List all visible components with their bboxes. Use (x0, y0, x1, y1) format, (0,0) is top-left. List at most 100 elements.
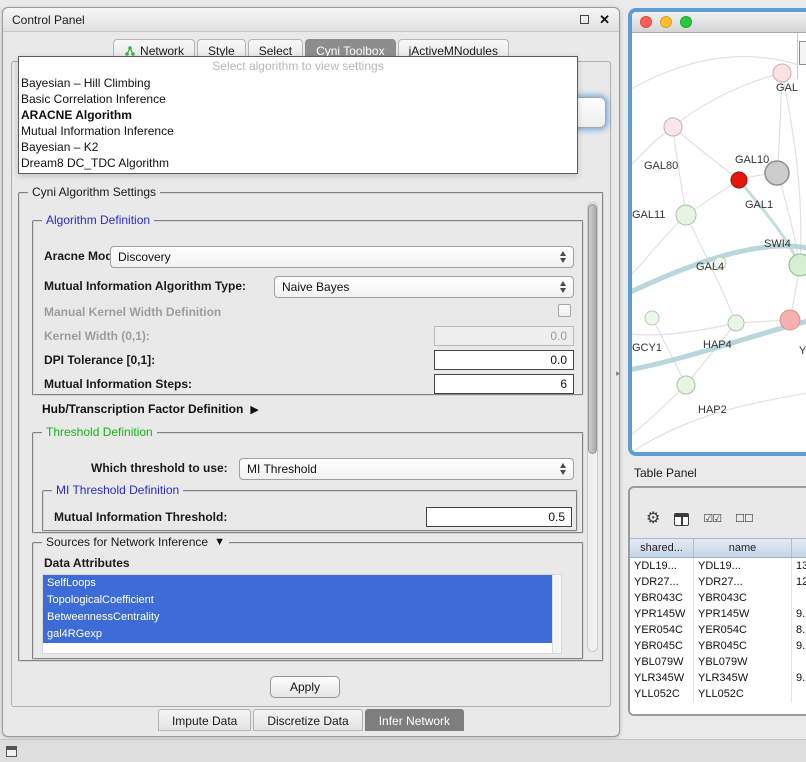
network-scrollbar[interactable] (797, 33, 806, 79)
tab-discretize-data[interactable]: Discretize Data (253, 709, 362, 731)
manual-kernel-checkbox[interactable] (558, 304, 571, 317)
expanded-arrow-icon[interactable]: ▼ (214, 536, 225, 548)
settings-scrollbar-thumb[interactable] (588, 204, 597, 454)
mi-type-combo[interactable]: Naive Bayes (274, 276, 574, 298)
hub-definition-section[interactable]: Hub/Transcription Factor Definition ▶ (42, 402, 259, 416)
attributes-scrollbar[interactable] (552, 575, 561, 653)
close-window-icon[interactable]: ✕ (599, 13, 610, 26)
cell-name[interactable]: YLL052C (694, 686, 792, 702)
select-all-icon[interactable]: ☑☑ (703, 514, 721, 525)
node-label: GAL4 (696, 261, 724, 273)
table-row[interactable]: YPR145W YPR145W 9. (630, 606, 806, 622)
cell-value[interactable]: 8. (792, 622, 806, 638)
list-item-selfloops[interactable]: SelfLoops (43, 575, 552, 592)
cell-shared-name[interactable]: YBR045C (630, 638, 694, 654)
cell-shared-name[interactable]: YDL19... (630, 558, 694, 574)
cell-value[interactable]: 9. (792, 670, 806, 686)
cell-shared-name[interactable]: YLR345W (630, 670, 694, 686)
dpi-tolerance-field[interactable]: 0.0 (434, 350, 574, 370)
show-columns-icon[interactable] (674, 513, 689, 526)
cell-value[interactable] (792, 686, 806, 702)
cell-value[interactable] (792, 654, 806, 670)
tab-infer-network[interactable]: Infer Network (365, 709, 464, 731)
cell-shared-name[interactable]: YBR043C (630, 590, 694, 606)
algorithm-item-basic-correlation[interactable]: Basic Correlation Inference (19, 91, 577, 107)
mi-threshold-field[interactable]: 0.5 (426, 507, 572, 527)
algorithm-item-aracne[interactable]: ARACNE Algorithm (19, 107, 577, 123)
cell-shared-name[interactable]: YDR27... (630, 574, 694, 590)
network-scrollbar-thumb[interactable] (799, 41, 806, 65)
node-label: GAL10 (735, 154, 769, 166)
table-row[interactable]: YER054C YER054C 8. (630, 622, 806, 638)
node-gal-top[interactable] (773, 64, 791, 82)
algorithm-item-bayesian-hill-climbing[interactable]: Bayesian – Hill Climbing (19, 75, 577, 91)
node-hap4[interactable] (780, 310, 800, 330)
cyni-algorithm-settings-group: Cyni Algorithm Settings Algorithm Defini… (18, 192, 604, 662)
cell-name[interactable]: YLR345W (694, 670, 792, 686)
zoom-traffic-light[interactable] (680, 16, 692, 28)
cell-value[interactable]: 12 (792, 574, 806, 590)
cell-shared-name[interactable]: YBL079W (630, 654, 694, 670)
combo-stepper-icon (560, 251, 573, 263)
gear-icon[interactable]: ⚙ (646, 511, 660, 527)
algorithm-item-bayesian-k2[interactable]: Bayesian – K2 (19, 139, 577, 155)
network-canvas[interactable]: GAL80 GAL10 GAL11 GAL1 SWI4 GAL4 GCY1 HA… (632, 33, 806, 452)
node-gal80[interactable] (664, 118, 682, 136)
column-header-shared-name[interactable]: shared... (630, 539, 694, 557)
list-item-topologicalcoefficient[interactable]: TopologicalCoefficient (43, 592, 552, 609)
cell-value[interactable]: 13 (792, 558, 806, 574)
settings-scrollbar[interactable] (587, 202, 598, 652)
table-row[interactable]: YDR27... YDR27... 12 (630, 574, 806, 590)
algorithm-item-dream8[interactable]: Dream8 DC_TDC Algorithm (19, 155, 577, 171)
kernel-width-field[interactable]: 0.0 (434, 326, 574, 346)
node-mid-green[interactable] (728, 315, 744, 331)
which-threshold-label: Which threshold to use: (91, 461, 228, 475)
column-header-clipped[interactable] (792, 539, 806, 557)
mi-steps-field[interactable]: 6 (434, 374, 574, 394)
list-item-betweennesscentrality[interactable]: BetweennessCentrality (43, 609, 552, 626)
list-item-gal4rgexp[interactable]: gal4RGexp (43, 626, 552, 643)
cell-shared-name[interactable]: YPR145W (630, 606, 694, 622)
float-window-icon[interactable] (580, 15, 589, 24)
close-traffic-light[interactable] (640, 16, 652, 28)
table-row[interactable]: YLL052C YLL052C (630, 686, 806, 702)
cell-value[interactable]: 9. (792, 606, 806, 622)
table-row[interactable]: YBL079W YBL079W (630, 654, 806, 670)
cell-shared-name[interactable]: YLL052C (630, 686, 694, 702)
table-row[interactable]: YDL19... YDL19... 13 (630, 558, 806, 574)
cell-name[interactable]: YER054C (694, 622, 792, 638)
cell-name[interactable]: YDR27... (694, 574, 792, 590)
which-threshold-combo[interactable]: MI Threshold (239, 458, 574, 480)
node-swi4[interactable] (789, 254, 806, 276)
node-hap2[interactable] (677, 376, 695, 394)
table-row[interactable]: YLR345W YLR345W 9. (630, 670, 806, 686)
node-gcy1[interactable] (645, 311, 659, 325)
cell-name[interactable]: YBR043C (694, 590, 792, 606)
cell-value[interactable] (792, 590, 806, 606)
splitter-collapse-icon[interactable]: ▸ (616, 368, 621, 379)
node-gal10-red[interactable] (731, 172, 747, 188)
collapsed-arrow-icon[interactable]: ▶ (250, 403, 258, 416)
algorithm-item-mutual-information[interactable]: Mutual Information Inference (19, 123, 577, 139)
minimized-panel-icon[interactable] (6, 746, 17, 757)
cell-name[interactable]: YPR145W (694, 606, 792, 622)
node-label: Y (799, 345, 806, 357)
control-panel-titlebar[interactable]: Control Panel ✕ (3, 8, 619, 32)
table-body: YDL19... YDL19... 13 YDR27... YDR27... 1… (630, 558, 806, 716)
cell-name[interactable]: YBR045C (694, 638, 792, 654)
cell-value[interactable]: 9. (792, 638, 806, 654)
aracne-mode-combo[interactable]: Discovery (110, 246, 574, 268)
node-gal11[interactable] (676, 205, 696, 225)
apply-button[interactable]: Apply (270, 676, 340, 698)
column-header-name[interactable]: name (694, 539, 792, 557)
table-row[interactable]: YBR043C YBR043C (630, 590, 806, 606)
cell-name[interactable]: YDL19... (694, 558, 792, 574)
cell-shared-name[interactable]: YER054C (630, 622, 694, 638)
table-row[interactable]: YBR045C YBR045C 9. (630, 638, 806, 654)
cell-name[interactable]: YBL079W (694, 654, 792, 670)
sources-group-title-row[interactable]: Sources for Network Inference ▼ (42, 535, 229, 549)
deselect-all-icon[interactable]: ☐☐ (735, 514, 753, 525)
minimize-traffic-light[interactable] (660, 16, 672, 28)
network-window-titlebar[interactable] (632, 12, 806, 33)
tab-impute-data[interactable]: Impute Data (158, 709, 251, 731)
